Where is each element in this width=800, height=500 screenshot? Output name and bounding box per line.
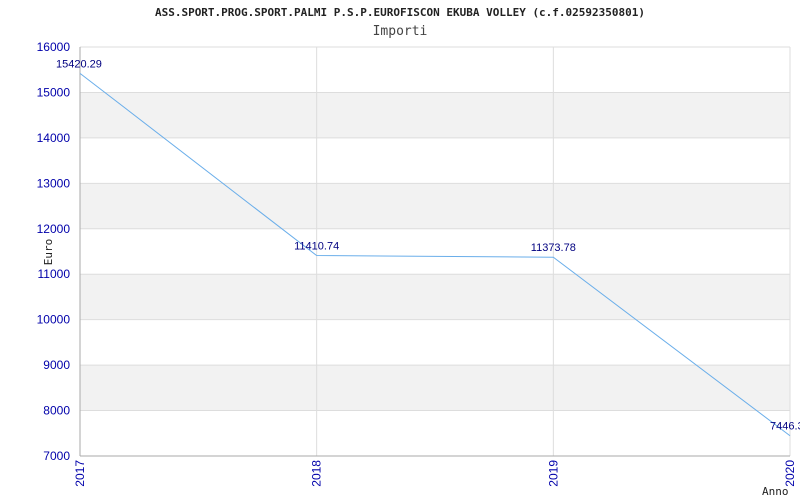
y-tick-label: 16000 [37,40,71,54]
grid-band [80,228,790,275]
y-tick-label: 9000 [43,358,70,372]
grid-band [80,319,790,366]
y-tick-label: 13000 [37,176,71,190]
y-tick-label: 14000 [37,131,71,145]
grid-band [80,274,790,320]
grid-band [80,137,790,184]
x-tick-label: 2018 [310,460,324,487]
grid-band [80,92,790,138]
grid-band [80,410,790,456]
y-tick-label: 8000 [43,404,70,418]
grid-bands [80,47,790,456]
line-chart: 7000 8000 9000 10000 11000 12000 13000 14000 150… [37,40,800,498]
x-tick-label: 2017 [73,460,87,487]
y-tick-label: 11000 [38,267,71,281]
x-axis-title: Anno [762,485,789,498]
y-tick-label: 12000 [37,222,71,236]
y-axis-title: Euro [42,239,55,266]
x-tick-label: 2019 [546,460,560,487]
x-axis-ticks: 2017 2018 2019 2020 [73,460,797,487]
data-label: 15420.29 [56,58,102,70]
data-label: 7446.3 [770,421,800,433]
data-label: 11373.78 [531,242,576,254]
x-tick-label: 2020 [783,460,797,487]
y-tick-label: 7000 [43,449,70,463]
data-label: 11410.74 [294,241,339,253]
y-tick-label: 15000 [37,85,71,99]
grid-band [80,365,790,411]
y-tick-label: 10000 [37,313,71,327]
grid-band [80,183,790,229]
grid-band [80,47,790,93]
